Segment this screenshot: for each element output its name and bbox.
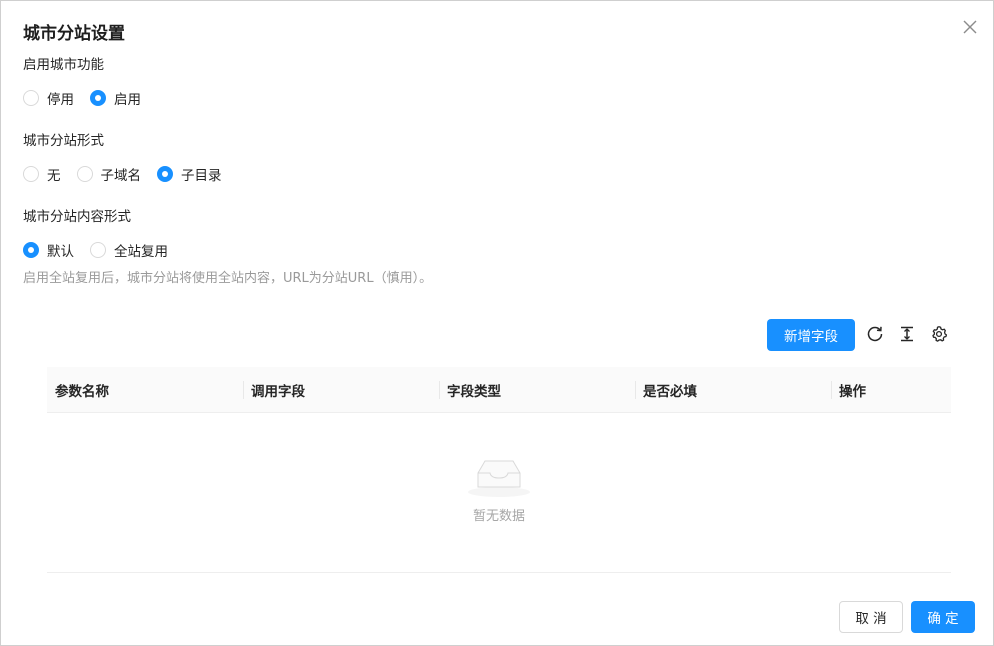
fields-table: 参数名称 调用字段 字段类型 是否必填 操作 暂无数据 — [47, 367, 951, 573]
radio-subdomain-dot[interactable] — [76, 166, 93, 182]
radio-subdirectory-dot[interactable] — [157, 166, 173, 182]
table-header: 参数名称 调用字段 字段类型 是否必填 操作 — [47, 367, 951, 413]
enable-city-radio-group: 停用 启用 — [23, 88, 157, 108]
add-field-button[interactable]: 新增字段 — [767, 319, 855, 351]
radio-reuse-site-label: 全站复用 — [114, 244, 168, 260]
radio-reuse-site[interactable]: 全站复用 — [90, 240, 168, 260]
site-form-radio-group: 无 子域名 子目录 — [23, 164, 238, 184]
radio-default-label: 默认 — [47, 244, 74, 260]
radio-none-label: 无 — [47, 168, 61, 184]
content-form-radio-group: 默认 全站复用 — [23, 240, 184, 260]
confirm-button[interactable]: 确 定 — [911, 601, 975, 633]
radio-enable-label: 启用 — [114, 92, 141, 108]
close-icon[interactable] — [960, 17, 980, 37]
city-site-settings-dialog: 城市分站设置 启用城市功能 停用 启用 城市分站形式 无 子域名 子目录 城市分… — [0, 0, 994, 646]
column-header-call-field: 调用字段 — [243, 367, 439, 412]
enable-city-label: 启用城市功能 — [23, 57, 104, 73]
radio-default-dot[interactable] — [23, 242, 39, 258]
cancel-button[interactable]: 取 消 — [839, 601, 903, 633]
radio-subdirectory[interactable]: 子目录 — [157, 164, 222, 184]
site-form-label: 城市分站形式 — [23, 133, 104, 149]
dialog-title: 城市分站设置 — [23, 24, 125, 44]
radio-disable-dot[interactable] — [23, 90, 39, 106]
radio-enable[interactable]: 启用 — [90, 88, 141, 108]
column-header-actions: 操作 — [831, 367, 951, 412]
radio-disable-label: 停用 — [47, 92, 74, 108]
radio-default[interactable]: 默认 — [23, 240, 74, 260]
column-header-field-type: 字段类型 — [439, 367, 635, 412]
refresh-icon[interactable] — [866, 325, 884, 343]
empty-state-text: 暂无数据 — [472, 509, 525, 524]
radio-subdomain[interactable]: 子域名 — [76, 164, 142, 184]
radio-enable-dot[interactable] — [90, 90, 106, 106]
table-empty-state: 暂无数据 — [47, 455, 951, 524]
radio-none-dot[interactable] — [23, 166, 39, 182]
column-height-icon[interactable] — [898, 325, 916, 343]
column-header-required: 是否必填 — [635, 367, 831, 412]
radio-subdomain-label: 子域名 — [100, 168, 142, 184]
radio-reuse-site-dot[interactable] — [90, 242, 106, 258]
empty-inbox-icon — [468, 460, 530, 497]
radio-none[interactable]: 无 — [23, 164, 61, 184]
reuse-hint-text: 启用全站复用后，城市分站将使用全站内容，URL为分站URL（慎用）。 — [23, 271, 433, 286]
column-header-param-name: 参数名称 — [55, 383, 109, 400]
settings-icon[interactable] — [930, 325, 948, 343]
content-form-label: 城市分站内容形式 — [23, 209, 131, 225]
radio-subdirectory-label: 子目录 — [181, 168, 222, 184]
radio-disable[interactable]: 停用 — [23, 88, 74, 108]
